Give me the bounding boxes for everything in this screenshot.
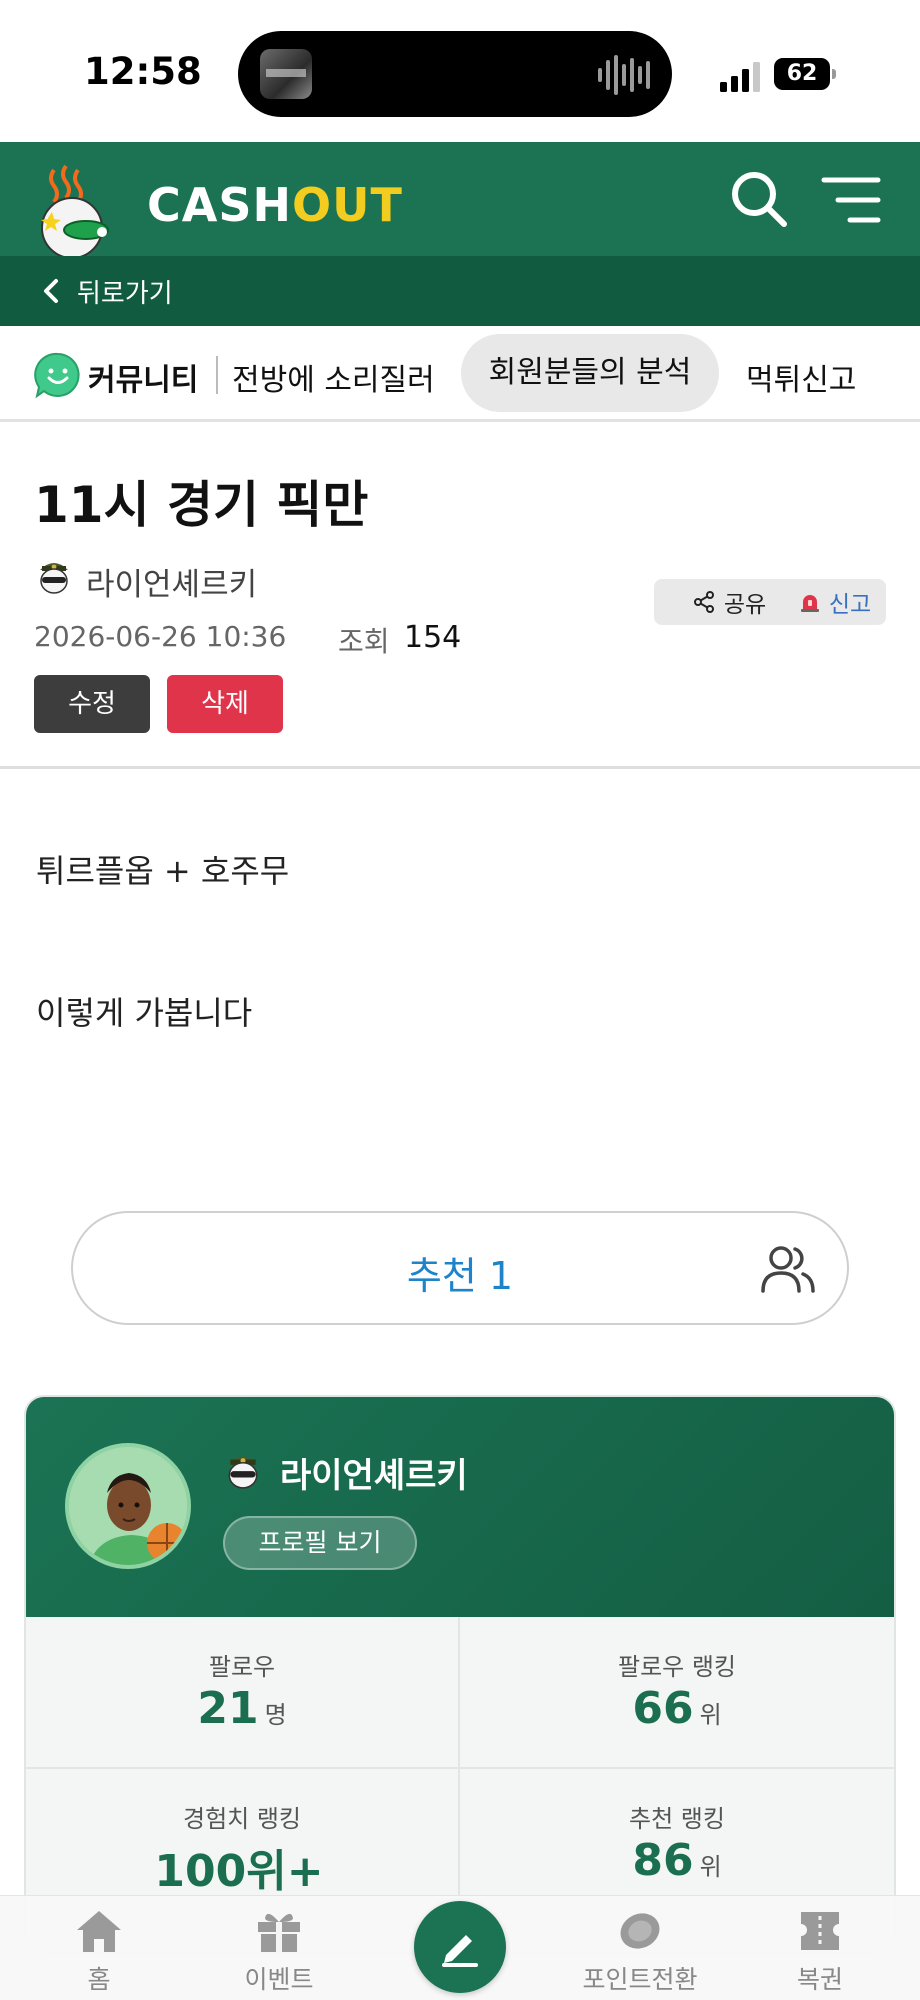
stat-value: 66 위 bbox=[632, 1683, 722, 1734]
write-post-button[interactable] bbox=[414, 1901, 506, 1993]
profile-avatar[interactable] bbox=[65, 1443, 191, 1569]
search-icon[interactable] bbox=[728, 168, 790, 230]
mascot-logo-icon[interactable] bbox=[34, 162, 134, 258]
delete-button[interactable]: 삭제 bbox=[167, 675, 283, 733]
views-label: 조회 bbox=[338, 625, 390, 658]
users-icon[interactable] bbox=[759, 1243, 817, 1295]
tab-scam-report[interactable]: 먹튀신고 bbox=[746, 355, 856, 399]
ticket-icon bbox=[801, 1912, 839, 1950]
report-label: 신고 bbox=[828, 592, 872, 618]
nav-event[interactable]: 이벤트 bbox=[209, 1896, 349, 2000]
audio-waveform-icon bbox=[598, 53, 650, 97]
post-body-line: 튀르플옵 + 호주무 bbox=[36, 852, 290, 890]
logo-wordmark[interactable]: CASHOUT bbox=[147, 178, 403, 232]
smiley-chat-icon bbox=[34, 352, 80, 399]
community-label: 커뮤니티 bbox=[88, 363, 199, 398]
post-divider bbox=[0, 766, 920, 769]
view-profile-button[interactable]: 프로필 보기 bbox=[223, 1516, 417, 1570]
share-button[interactable]: 공유 bbox=[654, 579, 804, 625]
recommend-button[interactable]: 추천 1 bbox=[71, 1211, 849, 1325]
author-profile-card: 라이언셰르키 프로필 보기 팔로우 21 명 팔로우 랭킹 66 위 경험치 랭킹 … bbox=[24, 1395, 896, 1955]
now-playing-thumbnail bbox=[260, 49, 312, 99]
edit-button[interactable]: 수정 bbox=[34, 675, 150, 733]
back-label[interactable]: 뒤로가기 bbox=[77, 273, 173, 310]
stat-value: 86 위 bbox=[632, 1835, 722, 1886]
recommend-label: 추천 1 bbox=[406, 1254, 514, 1298]
stat-label: 팔로우 랭킹 bbox=[617, 1653, 737, 1681]
nav-label: 포인트전환 bbox=[582, 1965, 698, 1994]
author-level-badge-icon bbox=[40, 563, 68, 594]
nav-label: 홈 bbox=[87, 1965, 111, 1994]
community-tabs: 커뮤니티 전방에 소리질러 회원분들의 분석 먹튀신고 bbox=[0, 326, 920, 422]
post-body-line: 이렇게 가봅니다 bbox=[36, 994, 253, 1032]
back-bar[interactable]: 뒤로가기 bbox=[0, 256, 920, 326]
stat-follow-ranking: 팔로우 랭킹 66 위 bbox=[460, 1617, 894, 1769]
logo-cash-text: CASH bbox=[147, 178, 292, 232]
share-icon bbox=[693, 591, 714, 613]
siren-icon bbox=[800, 595, 819, 612]
stat-value: 100위+ bbox=[154, 1846, 324, 1897]
gift-icon bbox=[258, 1913, 300, 1952]
tab-shout[interactable]: 전방에 소리질러 bbox=[232, 355, 435, 399]
post-date: 2026-06-26 10:36 bbox=[34, 620, 287, 653]
stat-label: 팔로우 bbox=[208, 1653, 276, 1681]
author-name[interactable]: 라이언셰르키 bbox=[86, 559, 257, 604]
views-count: 154 bbox=[404, 620, 462, 655]
status-bar: 12:58 62 bbox=[0, 0, 920, 142]
home-icon bbox=[77, 1911, 121, 1952]
app-header: CASHOUT bbox=[0, 142, 920, 258]
tab-divider bbox=[216, 356, 218, 394]
stat-label: 추천 랭킹 bbox=[629, 1805, 725, 1833]
chevron-left-icon[interactable] bbox=[38, 276, 64, 306]
report-button[interactable]: 신고 bbox=[784, 579, 886, 625]
stat-follow: 팔로우 21 명 bbox=[26, 1617, 460, 1769]
cellular-signal-icon bbox=[720, 62, 760, 92]
logo-out-text: OUT bbox=[292, 178, 403, 232]
profile-header: 라이언셰르키 프로필 보기 bbox=[26, 1397, 894, 1617]
stat-label: 경험치 랭킹 bbox=[182, 1805, 302, 1833]
nav-home[interactable]: 홈 bbox=[29, 1896, 169, 2000]
author-level-badge-icon bbox=[228, 1456, 258, 1489]
avatar-illustration bbox=[69, 1447, 187, 1565]
battery-icon: 62 bbox=[774, 58, 836, 90]
nav-lottery[interactable]: 복권 bbox=[750, 1896, 890, 2000]
nav-label: 이벤트 bbox=[244, 1965, 314, 1994]
status-time: 12:58 bbox=[84, 50, 202, 93]
tab-member-analysis[interactable]: 회원분들의 분석 bbox=[461, 334, 719, 412]
share-label: 공유 bbox=[723, 592, 767, 618]
write-icon bbox=[442, 1935, 478, 1967]
dynamic-island bbox=[238, 31, 672, 117]
nav-label: 복권 bbox=[796, 1965, 843, 1994]
profile-name: 라이언셰르키 bbox=[280, 1456, 468, 1496]
nav-point-exchange[interactable]: 포인트전환 bbox=[570, 1896, 710, 2000]
menu-icon[interactable] bbox=[820, 174, 882, 226]
coin-icon bbox=[620, 1913, 660, 1949]
post-title: 11시 경기 픽만 bbox=[34, 476, 369, 534]
stat-value: 21 명 bbox=[197, 1683, 287, 1734]
